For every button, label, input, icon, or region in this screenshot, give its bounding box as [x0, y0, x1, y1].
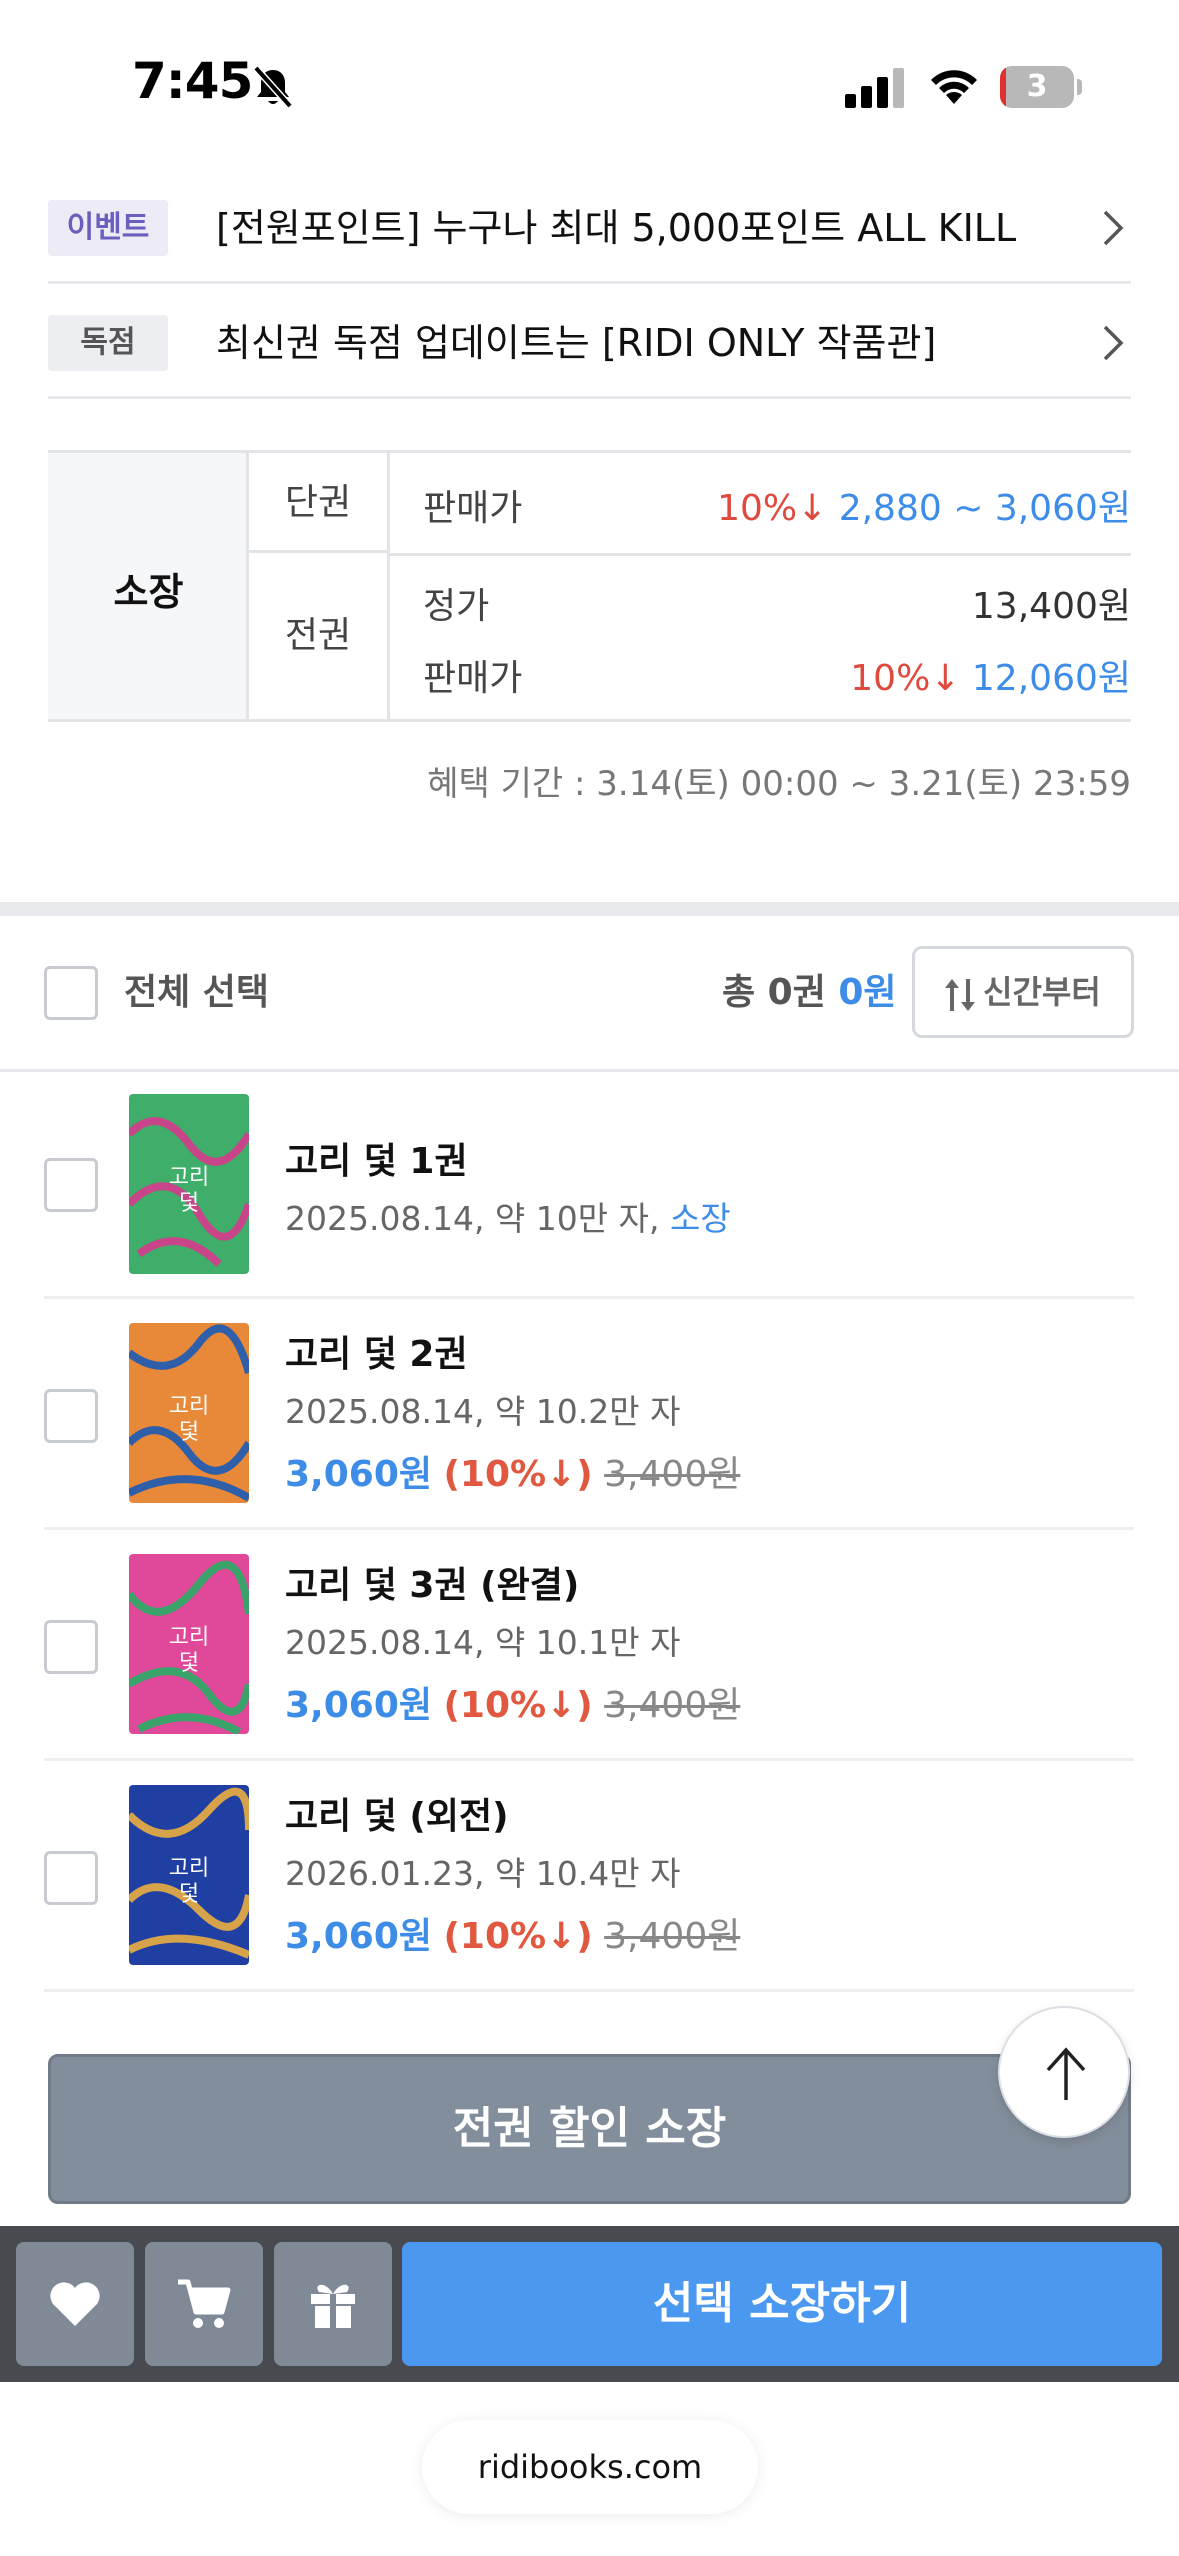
book-cover: 고리 덫 — [129, 1323, 249, 1503]
select-all-label[interactable]: 전체 선택 — [124, 966, 269, 1020]
full-sale-price: 10%↓ 12,060원 — [850, 649, 1131, 701]
sort-arrows-icon — [945, 979, 975, 1011]
original-price: 3,400원 — [604, 1454, 741, 1495]
url-text: ridibooks.com — [477, 2448, 703, 2486]
single-price-range: 2,880 ~ 3,060원 — [838, 488, 1131, 529]
single-discount: 10%↓ — [717, 488, 828, 529]
book-checkbox[interactable] — [44, 1158, 98, 1212]
book-price: 3,060원 (10%↓) 3,400원 — [285, 1907, 740, 1959]
signal-icon — [845, 68, 904, 108]
status-time: 7:45 — [132, 52, 253, 110]
book-cover: 고리 덫 — [129, 1785, 249, 1965]
selection-total: 총 0권 0원 — [722, 966, 897, 1020]
sale-price: 3,060원 — [285, 1916, 432, 1957]
cart-icon — [178, 2279, 231, 2328]
book-meta: 2025.08.14, 약 10.1만 자 — [285, 1623, 681, 1662]
book-meta-text: 2025.08.14, 약 10만 자, — [285, 1199, 670, 1238]
wishlist-button[interactable] — [16, 2242, 134, 2366]
benefit-period: 혜택 기간 : 3.14(토) 00:00 ~ 3.21(토) 23:59 — [427, 764, 1131, 804]
sort-label: 신간부터 — [983, 973, 1101, 1011]
book-item[interactable]: 고리 덫 고리 덫 1권 2025.08.14, 약 10만 자, 소장 — [44, 1068, 1134, 1299]
full-sale-amount: 12,060원 — [971, 658, 1131, 699]
full-sale-label: 판매가 — [423, 658, 523, 699]
book-meta: 2025.08.14, 약 10.2만 자 — [285, 1392, 681, 1431]
chevron-right-icon — [1103, 325, 1124, 361]
owned-badge: 소장 — [669, 1199, 731, 1238]
book-cover: 고리 덫 — [129, 1094, 249, 1274]
full-discount: 10%↓ — [850, 658, 961, 699]
svg-text:덫: 덫 — [179, 1651, 199, 1676]
book-item[interactable]: 고리 덫 고리 덫 (외전) 2026.01.23, 약 10.4만 자 3,0… — [44, 1761, 1134, 1992]
book-checkbox[interactable] — [44, 1389, 98, 1443]
book-meta: 2026.01.23, 약 10.4만 자 — [285, 1854, 681, 1893]
discount-rate: (10%↓) — [443, 1454, 593, 1495]
book-cover: 고리 덫 — [129, 1554, 249, 1734]
single-sale-price: 10%↓ 2,880 ~ 3,060원 — [717, 479, 1131, 531]
event-tag: 이벤트 — [48, 200, 168, 256]
gift-button[interactable] — [274, 2242, 392, 2366]
arrow-up-icon — [1046, 2047, 1086, 2100]
discount-rate: (10%↓) — [443, 1685, 593, 1726]
selection-bar: 전체 선택 총 0권 0원 신간부터 — [0, 916, 1179, 1072]
book-title: 고리 덫 (외전) — [285, 1796, 509, 1837]
book-item[interactable]: 고리 덫 고리 덫 3권 (완결) 2025.08.14, 약 10.1만 자 … — [44, 1530, 1134, 1761]
bulk-buy-button[interactable]: 전권 할인 소장 — [48, 2054, 1131, 2204]
svg-text:덫: 덫 — [179, 1882, 199, 1907]
owner-cell: 소장 — [48, 453, 249, 719]
svg-text:고리: 고리 — [169, 1625, 209, 1650]
buy-selected-button[interactable]: 선택 소장하기 — [402, 2242, 1162, 2366]
full-list-price: 13,400원 — [971, 586, 1131, 627]
price-table: 소장 단권 전권 판매가 10%↓ 2,880 ~ 3,060원 정가 13,4… — [48, 450, 1131, 722]
total-count: 총 0권 — [722, 972, 826, 1013]
heart-icon — [50, 2282, 100, 2326]
gift-icon — [311, 2284, 355, 2328]
bulk-buy-label: 전권 할인 소장 — [452, 2103, 727, 2154]
svg-text:덫: 덫 — [179, 1420, 199, 1445]
single-volume-label: 단권 — [249, 453, 390, 553]
bottom-action-bar: 선택 소장하기 — [0, 2226, 1179, 2382]
book-title: 고리 덫 1권 — [285, 1141, 468, 1182]
notice-event[interactable]: 이벤트 [전원포인트] 누구나 최대 5,000포인트 ALL KILL — [48, 172, 1131, 284]
original-price: 3,400원 — [604, 1685, 741, 1726]
bell-muted-icon — [253, 65, 293, 109]
book-title: 고리 덫 2권 — [285, 1334, 468, 1375]
page: 7:45 3 이벤트 [전원포인트] 누구나 최대 5,000포인트 ALL K… — [0, 0, 1179, 2556]
book-meta: 2025.08.14, 약 10만 자, 소장 — [285, 1192, 731, 1240]
notice-text: [전원포인트] 누구나 최대 5,000포인트 ALL KILL — [216, 206, 1017, 250]
svg-text:고리: 고리 — [169, 1165, 209, 1190]
discount-rate: (10%↓) — [443, 1916, 593, 1957]
notice-text: 최신권 독점 업데이트는 [RIDI ONLY 작품관] — [216, 321, 937, 365]
sort-button[interactable]: 신간부터 — [912, 946, 1134, 1038]
book-item[interactable]: 고리 덫 고리 덫 2권 2025.08.14, 약 10.2만 자 3,060… — [44, 1299, 1134, 1530]
svg-text:덫: 덫 — [179, 1191, 199, 1216]
sale-price: 3,060원 — [285, 1454, 432, 1495]
scroll-top-button[interactable] — [998, 2006, 1130, 2138]
book-price: 3,060원 (10%↓) 3,400원 — [285, 1676, 740, 1728]
select-all-checkbox[interactable] — [44, 966, 98, 1020]
book-title: 고리 덫 3권 (완결) — [285, 1565, 580, 1606]
book-checkbox[interactable] — [44, 1851, 98, 1905]
status-bar: 7:45 3 — [0, 0, 1179, 160]
buy-selected-label: 선택 소장하기 — [652, 2278, 912, 2329]
svg-text:고리: 고리 — [169, 1856, 209, 1881]
owner-label: 소장 — [113, 570, 184, 614]
svg-text:고리: 고리 — [169, 1394, 209, 1419]
wifi-icon — [931, 70, 977, 104]
battery-indicator: 3 — [1000, 66, 1082, 108]
single-sale-label: 판매가 — [423, 488, 523, 529]
original-price: 3,400원 — [604, 1916, 741, 1957]
book-price: 3,060원 (10%↓) 3,400원 — [285, 1445, 740, 1497]
sale-price: 3,060원 — [285, 1685, 432, 1726]
exclusive-tag: 독점 — [48, 315, 168, 371]
full-set-label: 전권 — [249, 553, 390, 719]
book-checkbox[interactable] — [44, 1620, 98, 1674]
url-bar[interactable]: ridibooks.com — [422, 2420, 758, 2514]
section-divider — [0, 902, 1179, 916]
notice-exclusive[interactable]: 독점 최신권 독점 업데이트는 [RIDI ONLY 작품관] — [48, 287, 1131, 399]
chevron-right-icon — [1103, 210, 1124, 246]
cart-button[interactable] — [145, 2242, 263, 2366]
battery-level: 3 — [1026, 69, 1048, 104]
full-list-label: 정가 — [423, 586, 490, 627]
total-amount: 0원 — [838, 972, 897, 1013]
